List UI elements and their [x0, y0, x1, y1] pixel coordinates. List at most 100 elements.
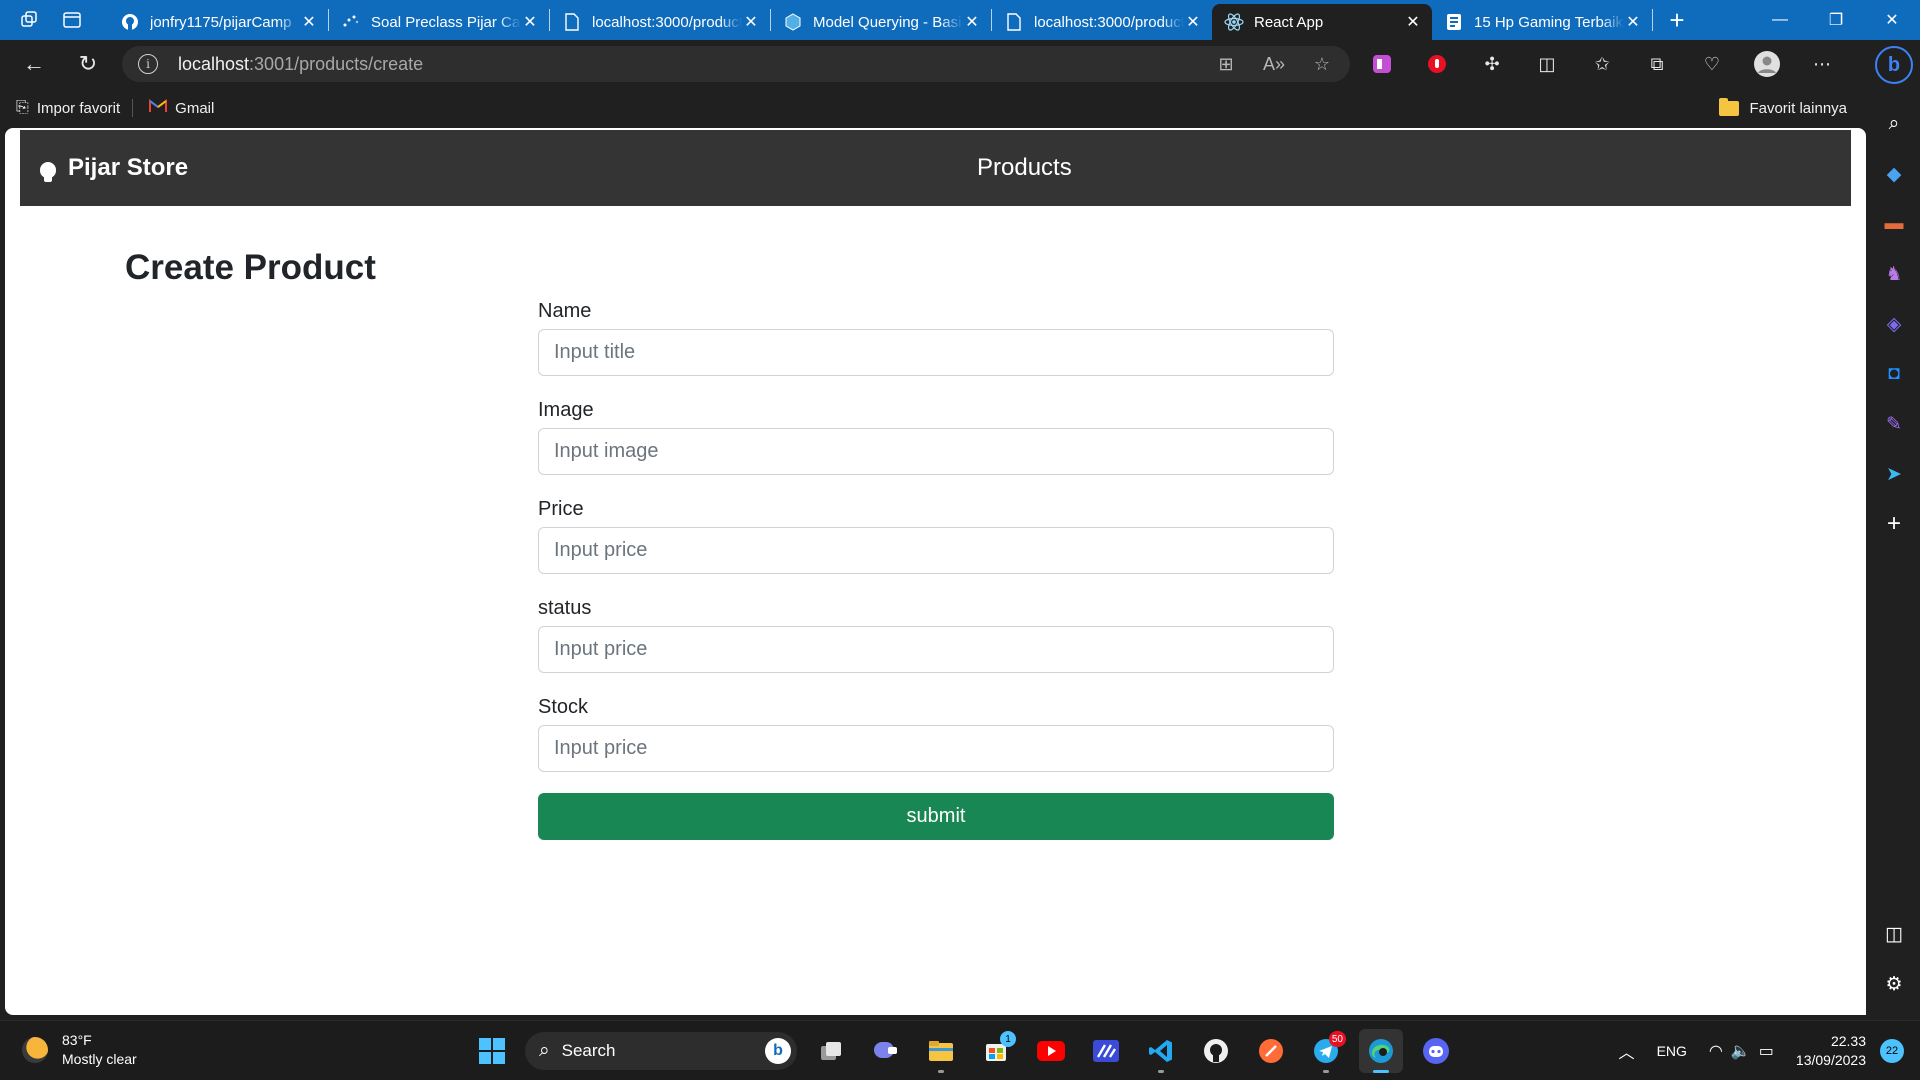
battery-icon[interactable]: ▭	[1759, 1041, 1774, 1061]
profile-avatar-icon[interactable]	[1745, 46, 1789, 82]
submit-button[interactable]: submit	[538, 793, 1334, 840]
close-tab-icon[interactable]: ✕	[963, 13, 981, 31]
clock-date: 13/09/2023	[1795, 1052, 1866, 1068]
drop-icon[interactable]: ✎	[1876, 406, 1912, 442]
page-icon	[562, 12, 582, 32]
other-favorites-folder[interactable]: Favorit lainnya	[1719, 97, 1847, 117]
bing-icon: b	[765, 1038, 791, 1064]
new-tab-button[interactable]: +	[1661, 4, 1693, 36]
close-tab-icon[interactable]: ✕	[521, 13, 539, 31]
restore-icon[interactable]: ❐	[1808, 0, 1864, 40]
other-favorites-label: Favorit lainnya	[1749, 99, 1847, 117]
favorites-icon[interactable]: ✩	[1580, 46, 1624, 82]
browser-essentials-icon[interactable]: ♡	[1690, 46, 1734, 82]
stock-label: Stock	[538, 696, 589, 718]
refresh-button[interactable]: ↻	[70, 46, 106, 82]
postman-icon[interactable]	[1249, 1029, 1293, 1073]
tab-soal-preclass[interactable]: Soal Preclass Pijar Camp ✕	[329, 6, 549, 38]
stock-input[interactable]	[538, 725, 1334, 772]
gmail-link[interactable]: Gmail	[149, 98, 215, 118]
microsoft-365-icon[interactable]: ◈	[1876, 306, 1912, 342]
microsoft-store-icon[interactable]: 1	[974, 1029, 1018, 1073]
file-explorer-icon[interactable]	[919, 1029, 963, 1073]
send-icon[interactable]: ➤	[1876, 456, 1912, 492]
app-available-icon[interactable]: ⊞	[1208, 46, 1244, 82]
weather-widget[interactable]: 83°F Mostly clear	[22, 1031, 137, 1069]
collections-icon[interactable]: ⧉	[1635, 46, 1679, 82]
status-input[interactable]	[538, 626, 1334, 673]
close-tab-icon[interactable]: ✕	[300, 13, 318, 31]
edge-browser-icon[interactable]	[1359, 1029, 1403, 1073]
volume-icon[interactable]: 🔈	[1731, 1041, 1751, 1061]
extensions-puzzle-icon[interactable]: ✣	[1470, 46, 1514, 82]
input-language[interactable]: ENG	[1657, 1043, 1687, 1059]
show-hidden-icons-chevron-icon[interactable]: ︿	[1619, 1039, 1635, 1063]
nav-link-products[interactable]: Products	[977, 154, 1072, 182]
back-button[interactable]: ←	[16, 46, 52, 82]
workspaces-icon[interactable]	[16, 6, 44, 34]
games-icon[interactable]: ♞	[1876, 256, 1912, 292]
weather-temperature: 83°F	[62, 1032, 92, 1048]
close-tab-icon[interactable]: ✕	[1404, 13, 1422, 31]
sidebar-settings-icon[interactable]: ⚙	[1876, 966, 1912, 1002]
tab-actions-icon[interactable]	[58, 6, 86, 34]
outlook-icon[interactable]: ◘	[1876, 356, 1912, 392]
price-field-group: Price	[538, 498, 1334, 574]
task-view-button[interactable]	[809, 1029, 853, 1073]
image-input[interactable]	[538, 428, 1334, 475]
page-title: Create Product	[125, 248, 376, 287]
minimize-icon[interactable]: —	[1752, 0, 1808, 40]
name-input[interactable]	[538, 329, 1334, 376]
bing-copilot-icon[interactable]: b	[1875, 46, 1913, 84]
page-icon	[1004, 12, 1024, 32]
price-input[interactable]	[538, 527, 1334, 574]
more-options-icon[interactable]: ⋯	[1800, 46, 1844, 82]
gmail-label: Gmail	[175, 99, 215, 117]
tab-model-querying[interactable]: Model Querying - Basics ✕	[771, 6, 991, 38]
tools-briefcase-icon[interactable]: ▬	[1876, 206, 1912, 242]
notification-count-badge[interactable]: 22	[1880, 1039, 1904, 1063]
close-tab-icon[interactable]: ✕	[1184, 13, 1202, 31]
tab-localhost-products-2[interactable]: localhost:3000/products ✕	[992, 6, 1212, 38]
favorite-star-icon[interactable]: ☆	[1304, 46, 1340, 82]
url-text[interactable]: localhost:3001/products/create	[178, 54, 1208, 75]
discord-icon[interactable]	[1414, 1029, 1458, 1073]
clock[interactable]: 22.33 13/09/2023	[1796, 1032, 1866, 1070]
teams-chat-icon[interactable]	[864, 1029, 908, 1073]
search-icon[interactable]: ⌕	[1876, 106, 1912, 142]
extension-app-icon[interactable]	[1360, 46, 1404, 82]
add-sidebar-app-icon[interactable]: +	[1876, 506, 1912, 542]
tab-title: jonfry1175/pijarCamp	[150, 13, 292, 31]
github-desktop-icon[interactable]	[1194, 1029, 1238, 1073]
brand-link[interactable]: Pijar Store	[40, 154, 188, 182]
tab-hp-gaming[interactable]: 15 Hp Gaming Terbaik ✕	[1432, 6, 1652, 38]
tab-title: Model Querying - Basics	[813, 13, 963, 31]
telegram-icon[interactable]: 50	[1304, 1029, 1348, 1073]
read-aloud-icon[interactable]: A»	[1256, 46, 1292, 82]
telegram-badge: 50	[1328, 1031, 1346, 1047]
tab-title: localhost:3000/products	[1034, 13, 1184, 31]
close-window-icon[interactable]: ✕	[1864, 0, 1920, 40]
youtube-icon[interactable]	[1029, 1029, 1073, 1073]
hide-sidebar-icon[interactable]: ◫	[1876, 916, 1912, 952]
close-tab-icon[interactable]: ✕	[742, 13, 760, 31]
site-info-icon[interactable]: i	[138, 54, 158, 74]
monday-app-icon[interactable]	[1084, 1029, 1128, 1073]
vscode-icon[interactable]	[1139, 1029, 1183, 1073]
tab-react-app[interactable]: React App ✕	[1212, 4, 1432, 40]
split-screen-icon[interactable]: ◫	[1525, 46, 1569, 82]
running-indicator	[1158, 1070, 1164, 1073]
name-field-group: Name	[538, 300, 1334, 376]
import-icon: ⎘	[16, 99, 29, 116]
taskbar-search[interactable]: ⌕ Search b	[525, 1032, 797, 1070]
start-button[interactable]	[470, 1029, 514, 1073]
tab-github[interactable]: jonfry1175/pijarCamp ✕	[108, 6, 328, 38]
import-favorites-link[interactable]: ⎘ Impor favorit	[16, 99, 120, 117]
tab-localhost-products-1[interactable]: localhost:3000/products ✕	[550, 6, 770, 38]
shopping-tag-icon[interactable]: ◆	[1876, 156, 1912, 192]
windows-logo-icon	[479, 1038, 505, 1064]
close-tab-icon[interactable]: ✕	[1624, 13, 1642, 31]
address-bar[interactable]: i localhost:3001/products/create ⊞ A» ☆	[122, 46, 1350, 82]
wifi-icon[interactable]: ◠	[1709, 1041, 1723, 1061]
adblock-icon[interactable]	[1415, 46, 1459, 82]
